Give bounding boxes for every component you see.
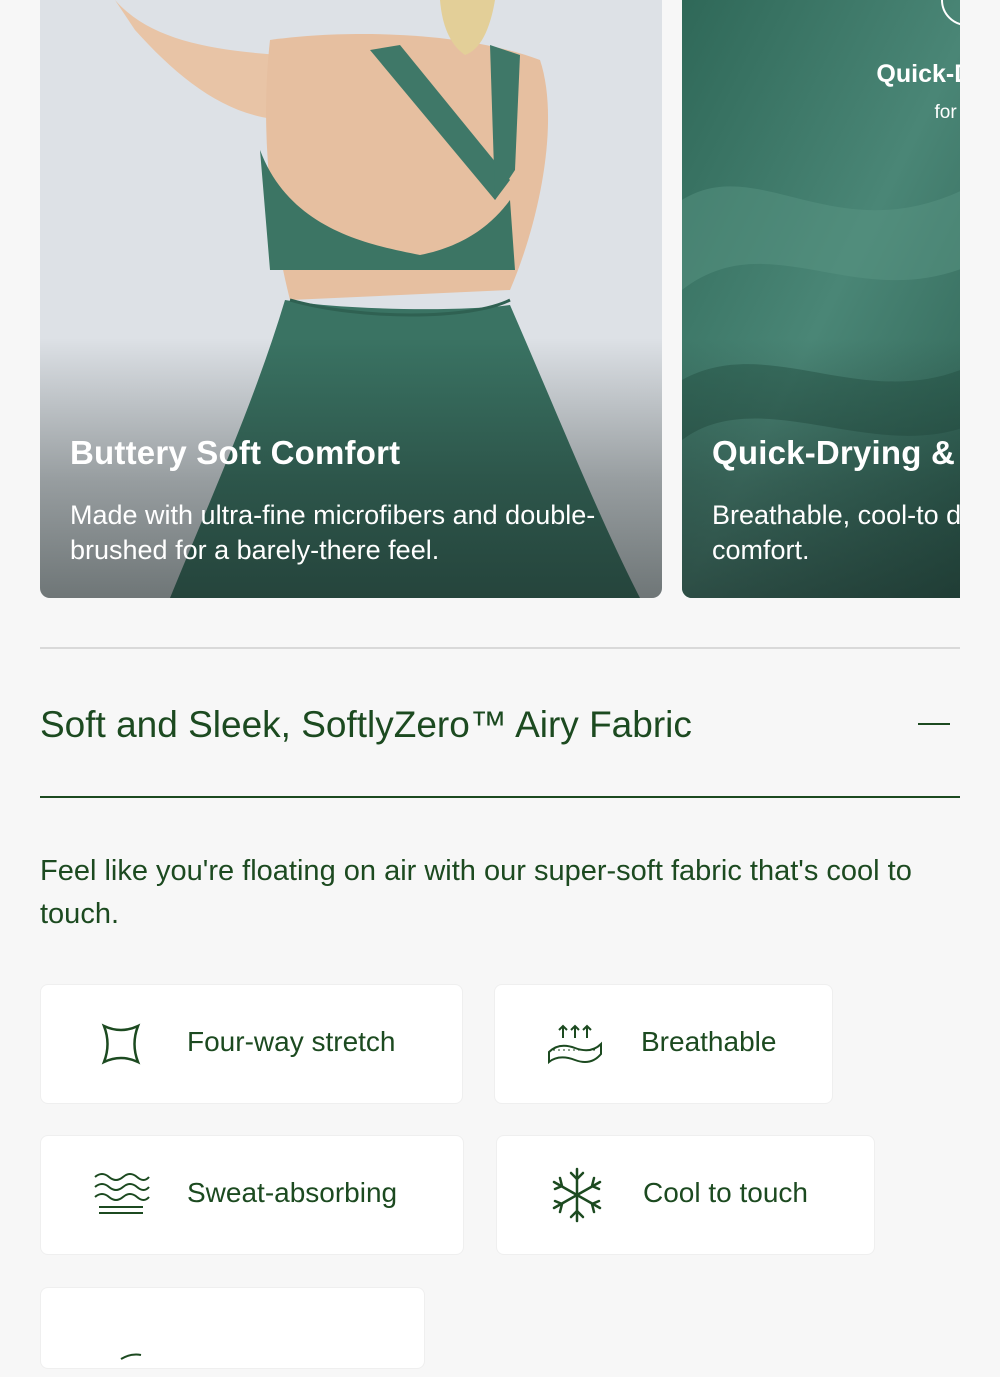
fabric-description: Feel like you're floating on air with ou… bbox=[40, 855, 912, 930]
accordion-divider bbox=[40, 796, 960, 798]
feature-sweat-absorbing: Sweat-absorbing bbox=[40, 1135, 464, 1255]
four-way-stretch-icon bbox=[101, 1023, 141, 1065]
feature-four-way-stretch: Four-way stretch bbox=[40, 984, 463, 1104]
card-title: Quick-Drying & bbox=[712, 434, 956, 471]
feature-label: Breathable bbox=[641, 1026, 777, 1057]
feature-label: Four-way stretch bbox=[187, 1026, 396, 1057]
accordion-title: Soft and Sleek, SoftlyZero™ Airy Fabric bbox=[40, 704, 692, 745]
fabric-accordion-header[interactable]: Soft and Sleek, SoftlyZero™ Airy Fabric bbox=[40, 650, 960, 797]
feature-label: Sweat-absorbing bbox=[187, 1177, 398, 1208]
feature-cool-to-touch: Cool to touch bbox=[496, 1135, 875, 1255]
feather-icon bbox=[120, 1353, 142, 1360]
section-divider bbox=[40, 647, 960, 649]
breathable-icon bbox=[548, 1024, 602, 1065]
carousel-card-buttery-soft[interactable]: Buttery Soft Comfort Made with ultra-fin… bbox=[40, 0, 662, 598]
feature-carousel[interactable]: Buttery Soft Comfort Made with ultra-fin… bbox=[40, 0, 960, 598]
carousel-card-quick-drying[interactable]: Quick-Dr for All Quick-Drying & Breathab… bbox=[682, 0, 960, 598]
badge-title: Quick-Dr bbox=[876, 60, 960, 88]
card-description: Breathable, cool-to day comfort. bbox=[712, 500, 960, 565]
feature-breathable: Breathable bbox=[494, 984, 833, 1104]
sweat-absorbing-icon bbox=[94, 1173, 150, 1214]
card-description: Made with ultra-fine microfibers and dou… bbox=[70, 500, 596, 565]
feature-partial bbox=[40, 1287, 425, 1369]
feature-label: Cool to touch bbox=[643, 1177, 808, 1208]
badge-subtitle: for All bbox=[934, 102, 960, 123]
snowflake-icon bbox=[552, 1167, 602, 1223]
card-title: Buttery Soft Comfort bbox=[70, 434, 401, 471]
minus-icon[interactable] bbox=[918, 723, 950, 725]
